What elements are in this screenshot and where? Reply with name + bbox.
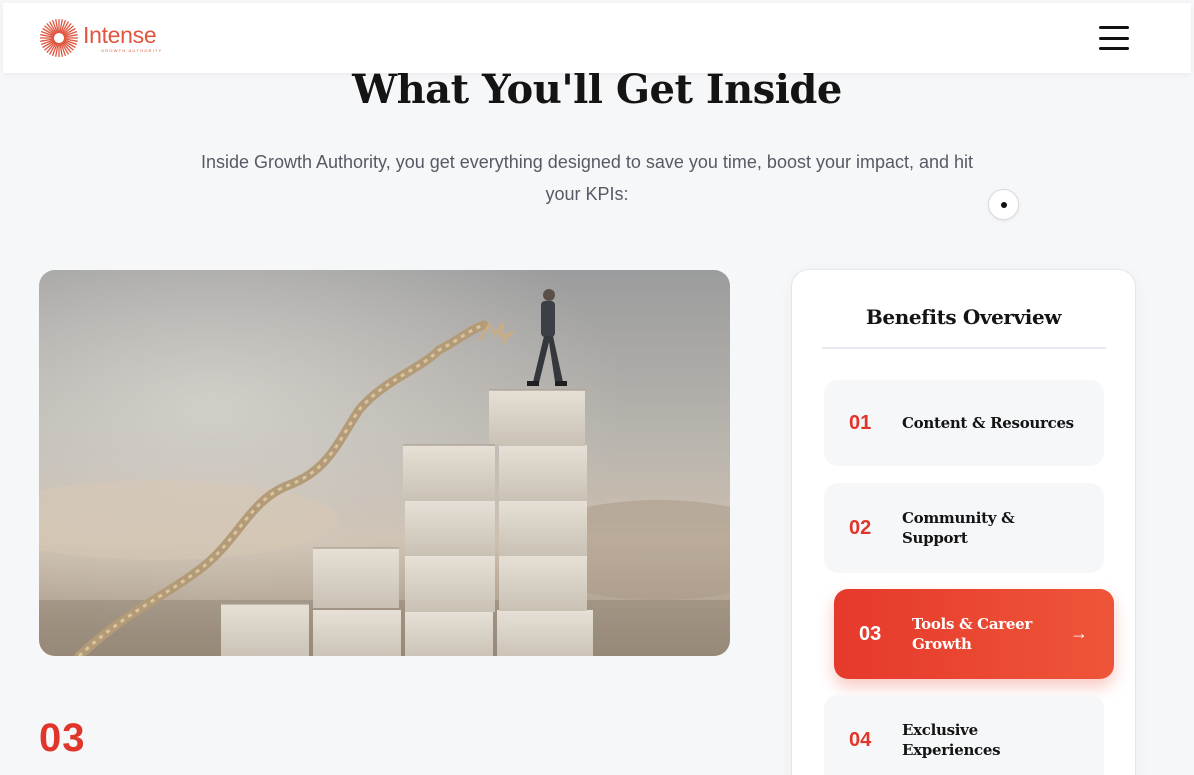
benefit-number: 02 [849, 516, 872, 539]
benefit-item-community-support[interactable]: 02 Community & Support [824, 483, 1104, 573]
page-title: What You'll Get Inside [352, 66, 842, 113]
scroll-indicator-icon[interactable] [988, 189, 1019, 220]
benefit-label: Community & Support [902, 509, 1015, 547]
benefit-number: 01 [849, 411, 872, 434]
benefit-label: Exclusive Experiences [902, 721, 1001, 759]
intro-text: Inside Growth Authority, you get everyth… [200, 152, 974, 204]
site-header: Intense GROWTH AUTHORITY [3, 3, 1191, 73]
growth-staircase-image [39, 270, 730, 656]
benefits-title: Benefits Overview [865, 305, 1062, 329]
arrow-right-icon: → [1070, 623, 1088, 644]
benefit-number: 03 [859, 622, 882, 645]
active-benefit-number: 03 [39, 716, 86, 760]
benefit-number: 04 [849, 728, 872, 751]
brand-name: Intense [83, 21, 157, 48]
benefit-item-exclusive-experiences[interactable]: 04 Exclusive Experiences [824, 695, 1104, 775]
hamburger-menu-icon[interactable] [1099, 26, 1129, 50]
brand-subtitle: GROWTH AUTHORITY [101, 47, 163, 53]
divider [822, 347, 1106, 349]
brand-logo[interactable]: Intense GROWTH AUTHORITY [39, 18, 162, 58]
benefit-label: Content & Resources [902, 414, 1074, 432]
benefit-item-content-resources[interactable]: 01 Content & Resources [824, 380, 1104, 466]
page: Intense GROWTH AUTHORITY What You'll Get… [0, 0, 1194, 775]
benefit-label: Tools & Career Growth [912, 615, 1032, 653]
benefit-item-tools-career-growth[interactable]: 03 Tools & Career Growth → [834, 589, 1114, 679]
benefits-overview-panel: Benefits Overview 01 Content & Resources… [791, 269, 1136, 775]
starburst-logo-icon [40, 19, 78, 57]
